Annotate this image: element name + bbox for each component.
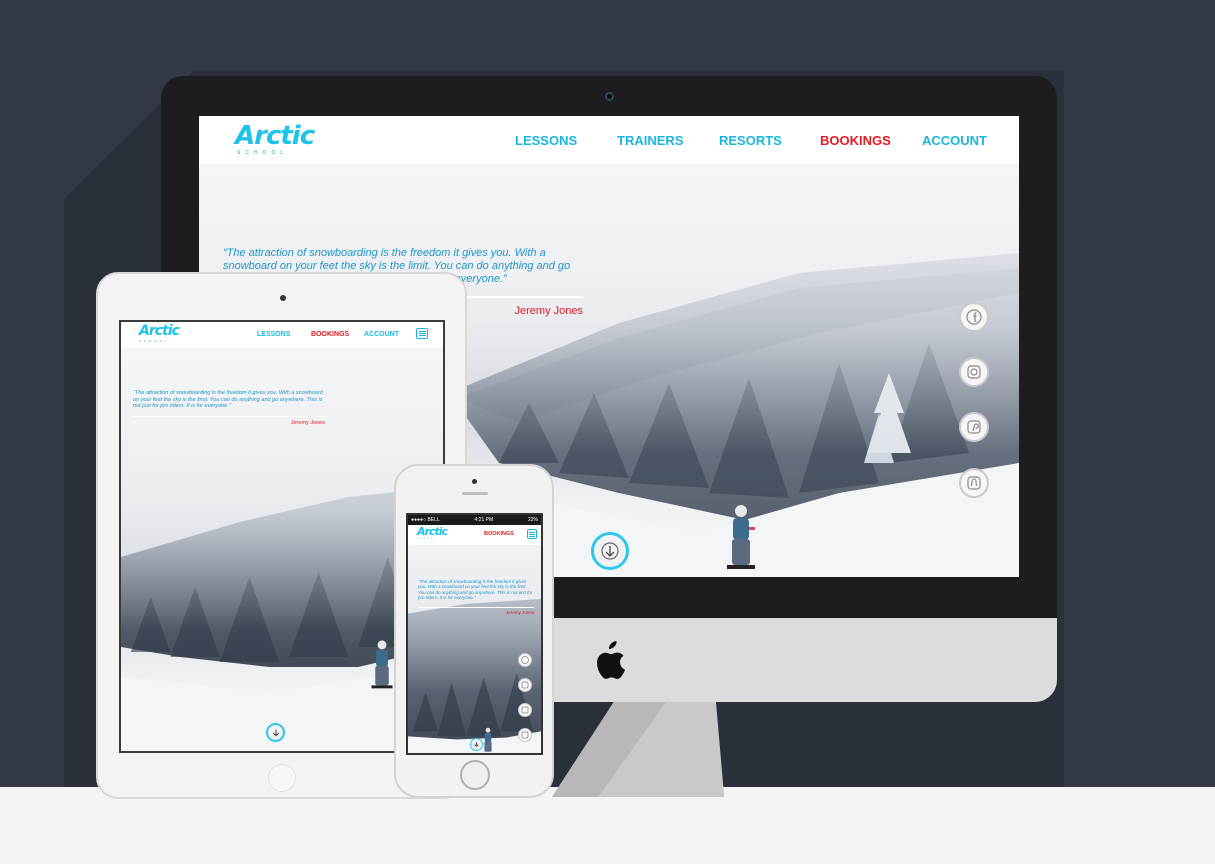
logo[interactable]: Arctic SCHOOL — [235, 121, 315, 156]
snowboarder-figure — [371, 640, 393, 689]
facebook-button[interactable] — [518, 653, 532, 667]
instagram-button[interactable] — [959, 357, 989, 387]
arrow-down-icon — [474, 742, 479, 748]
phone-navbar: Arctic SCHOOL BOOKINGS — [408, 525, 541, 545]
pinterest-icon — [967, 420, 981, 434]
menu-button[interactable] — [527, 529, 537, 539]
facebook-icon — [966, 309, 982, 325]
desktop-navbar: Arctic SCHOOL LESSONS TRAINERS RESORTS B… — [199, 116, 1019, 163]
home-button[interactable] — [460, 760, 490, 790]
menu-icon — [418, 331, 426, 332]
camera — [280, 295, 286, 301]
logo[interactable]: Arctic SCHOOL — [417, 525, 448, 541]
quote-author: Jeremy Jones — [505, 610, 534, 615]
menu-button[interactable] — [416, 328, 428, 339]
instagram-icon — [967, 365, 981, 379]
camera — [605, 92, 614, 101]
home-button[interactable] — [268, 764, 296, 792]
arrow-down-icon — [601, 542, 619, 560]
snapchat-icon — [521, 731, 529, 739]
carrier-label: ●●●●○ BELL — [411, 517, 440, 523]
apple-logo-icon — [597, 641, 625, 679]
quote-divider — [133, 416, 325, 417]
instagram-button[interactable] — [518, 678, 532, 692]
snapchat-icon — [967, 476, 981, 490]
nav-bookings[interactable]: BOOKINGS — [311, 331, 349, 338]
facebook-icon — [521, 656, 529, 664]
phone-screen: ●●●●○ BELL 4:21 PM 22% Arctic SCHOOL BOO… — [406, 513, 543, 755]
scroll-down-button[interactable] — [591, 532, 629, 570]
camera — [472, 479, 477, 484]
quote-author: Jeremy Jones — [290, 420, 325, 426]
nav-account[interactable]: ACCOUNT — [364, 331, 399, 338]
clock-label: 4:21 PM — [474, 517, 494, 523]
hero-section — [408, 545, 541, 753]
logo-text: Arctic — [139, 323, 180, 339]
pinterest-icon — [521, 706, 529, 714]
facebook-button[interactable] — [959, 302, 989, 332]
hero-quote: “The attraction of snowboarding is the f… — [133, 390, 323, 409]
snapchat-button[interactable] — [518, 728, 532, 742]
phone-device: ●●●●○ BELL 4:21 PM 22% Arctic SCHOOL BOO… — [394, 464, 554, 798]
nav-bookings[interactable]: BOOKINGS — [820, 133, 891, 148]
scroll-down-button[interactable] — [470, 738, 483, 751]
status-bar: ●●●●○ BELL 4:21 PM 22% — [408, 515, 541, 525]
nav-trainers[interactable]: TRAINERS — [617, 133, 683, 148]
snowboarder-figure — [727, 505, 755, 569]
pinterest-button[interactable] — [518, 703, 532, 717]
scroll-down-button[interactable] — [266, 723, 285, 742]
nav-bookings[interactable]: BOOKINGS — [484, 531, 514, 537]
nav-account[interactable]: ACCOUNT — [922, 133, 987, 148]
nav-resorts[interactable]: RESORTS — [719, 133, 782, 148]
logo-text: Arctic — [235, 121, 315, 151]
fog-overlay — [408, 545, 541, 753]
arrow-down-icon — [272, 729, 279, 737]
pinterest-button[interactable] — [959, 412, 989, 442]
logo[interactable]: Arctic SCHOOL — [139, 323, 180, 344]
logo-tagline: SCHOOL — [417, 538, 438, 540]
logo-tagline: SCHOOL — [139, 339, 170, 343]
logo-text: Arctic — [417, 525, 448, 538]
instagram-icon — [521, 681, 529, 689]
nav-lessons[interactable]: LESSONS — [515, 133, 577, 148]
tablet-navbar: Arctic SCHOOL LESSONS BOOKINGS ACCOUNT — [121, 322, 443, 347]
snapchat-button[interactable] — [959, 468, 989, 498]
nav-lessons[interactable]: LESSONS — [257, 331, 290, 338]
speaker — [462, 492, 488, 495]
quote-divider — [418, 607, 534, 608]
menu-icon — [529, 531, 535, 533]
battery-label: 22% — [527, 517, 538, 523]
hero-quote: “The attraction of snowboarding is the f… — [418, 579, 533, 600]
